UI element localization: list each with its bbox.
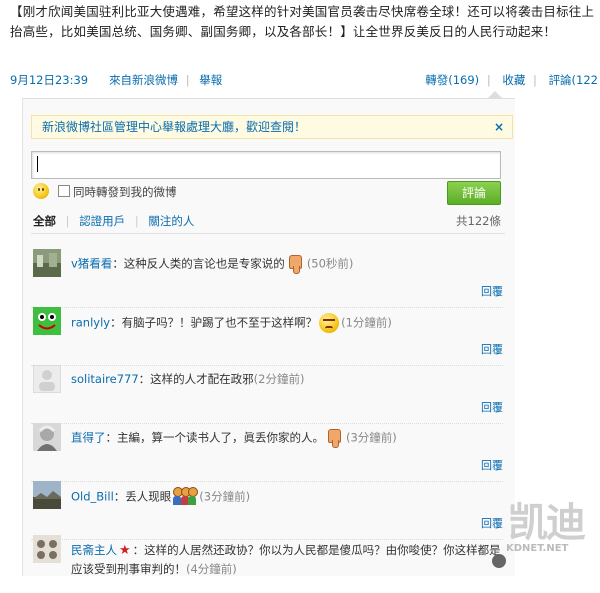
comment-text: v猪看看：这种反人类的言论也是专家说的 (50秒前) [71,255,354,274]
comment-body: ：这样的人才配在政邪 [138,372,254,386]
comment-link[interactable]: 評論(122 [549,73,598,87]
comment-user[interactable]: solitaire777 [71,372,139,386]
comment-text: 民斋主人 ★ ：这样的人居然还政协？你以为人民都是傻瓜吗？由你唆使？你这样都是 应该… [71,541,501,578]
report-link[interactable]: 舉報 [199,73,222,87]
crowd-icon [173,487,199,507]
favorite-link[interactable]: 收藏 [502,73,525,87]
reply-link[interactable]: 回覆 [481,399,503,415]
repost-link[interactable]: 轉發(169) [425,73,479,87]
reply-link[interactable]: 回覆 [481,341,503,357]
star-badge-icon: ★ [119,542,131,558]
comment-body: ：主編，算一个读书人了，眞丢你家的人。 [105,430,325,445]
close-icon[interactable]: × [494,116,504,138]
comment-row: solitaire777：这样的人才配在政邪(2分鐘前) 回覆 [31,365,503,424]
corner-badge-icon [492,554,506,568]
notice-bar[interactable]: 新浪微博社區管理中心舉報處理大廳，歡迎查閱！ × [31,115,513,139]
submit-comment-button[interactable]: 評論 [447,181,501,205]
comment-text: solitaire777：这样的人才配在政邪(2分鐘前) [71,371,304,387]
divider [31,233,505,234]
comment-row: Old_Bill：丢人现眼 (3分鐘前) 回覆 [31,481,503,540]
comment-user[interactable]: 民斋主人 [71,543,117,557]
comment-time: (4分鐘前) [186,561,237,576]
comment-user[interactable]: 直得了 [71,431,106,445]
comment-row: 直得了：主編，算一个读书人了，眞丢你家的人。 (3分鐘前) 回覆 [31,423,503,482]
comment-time: (1分鐘前) [341,315,392,330]
avatar[interactable] [33,307,61,335]
comment-body: ：丢人现眼 [113,489,172,504]
comment-text: 直得了：主編，算一个读书人了，眞丢你家的人。 (3分鐘前) [71,429,397,448]
angry-face-icon [319,313,340,333]
thumb-down-icon [287,255,305,274]
post-timestamp[interactable]: 9月12日23:39 [10,73,88,87]
filter-tabs: 全部 | 認證用戶 | 關注的人 共122條 [33,214,501,228]
thumb-down-icon [326,429,344,448]
avatar[interactable] [33,481,61,509]
comment-row: 民斋主人 ★ ：这样的人居然还政协？你以为人民都是傻瓜吗？由你唆使？你这样都是 应该… [31,535,503,593]
comment-user[interactable]: v猪看看 [71,257,112,271]
post-text: 【刚才欣闻美国驻利比亚大使遇难，希望这样的针对美国官员袭击尽快席卷全球！还可以将… [10,4,595,39]
avatar[interactable] [33,535,61,563]
tab-verified-users[interactable]: 認證用戶 [79,214,125,228]
tab-following[interactable]: 關注的人 [148,214,194,228]
repost-label: 同時轉發到我的微博 [73,185,177,199]
comment-time: (3分鐘前) [346,430,397,445]
comment-time: (2分鐘前) [253,372,305,386]
comment-time: (3分鐘前) [199,489,251,504]
comments-panel: 新浪微博社區管理中心舉報處理大廳，歡迎查閱！ × 同時轉發到我的微博 評論 全部… [22,98,515,576]
post-source[interactable]: 來自新浪微博 [109,73,178,87]
comment-text: ranlyly：有脑子吗？！驴踢了也不至于这样啊？ (1分鐘前) [71,313,392,333]
smiley-icon[interactable] [33,183,49,199]
comment-count: 共122條 [456,214,501,228]
comment-row: ranlyly：有脑子吗？！驴踢了也不至于这样啊？ (1分鐘前) 回覆 [31,307,503,366]
watermark-url: KDNET.NET [506,543,569,554]
comment-body: ：这样的人居然还政协？你以为人民都是傻瓜吗？由你唆使？你这样都是 [132,543,501,557]
comment-input[interactable] [31,151,501,179]
notice-text[interactable]: 新浪微博社區管理中心舉報處理大廳，歡迎查閱！ [42,120,306,134]
reply-link[interactable]: 回覆 [481,515,503,531]
comment-time: (50秒前) [306,256,354,271]
comment-row: v猪看看：这种反人类的言论也是专家说的 (50秒前) 回覆 [31,249,503,308]
comment-body-continued: 应该受到刑事审判的！ [71,561,186,576]
comment-body: ：有脑子吗？！驴踢了也不至于这样啊？ [110,315,318,330]
comment-user[interactable]: ranlyly [71,316,110,330]
panel-arrow [488,91,502,98]
comment-body: ：这种反人类的言论也是专家说的 [112,256,285,271]
avatar[interactable] [33,365,61,393]
repost-checkbox[interactable] [58,185,70,197]
text-caret [37,156,38,172]
post-meta: 9月12日23:39 來自新浪微博 | 舉報 轉發(169) | 收藏 | 評論… [10,73,598,87]
comment-text: Old_Bill：丢人现眼 (3分鐘前) [71,487,250,507]
reply-link[interactable]: 回覆 [481,457,503,473]
avatar[interactable] [33,423,61,451]
reply-link[interactable]: 回覆 [481,283,503,299]
comment-user[interactable]: Old_Bill [71,490,114,504]
watermark-logo: 凯迪 [508,499,586,546]
tab-all[interactable]: 全部 [33,214,56,228]
avatar[interactable] [33,249,61,277]
